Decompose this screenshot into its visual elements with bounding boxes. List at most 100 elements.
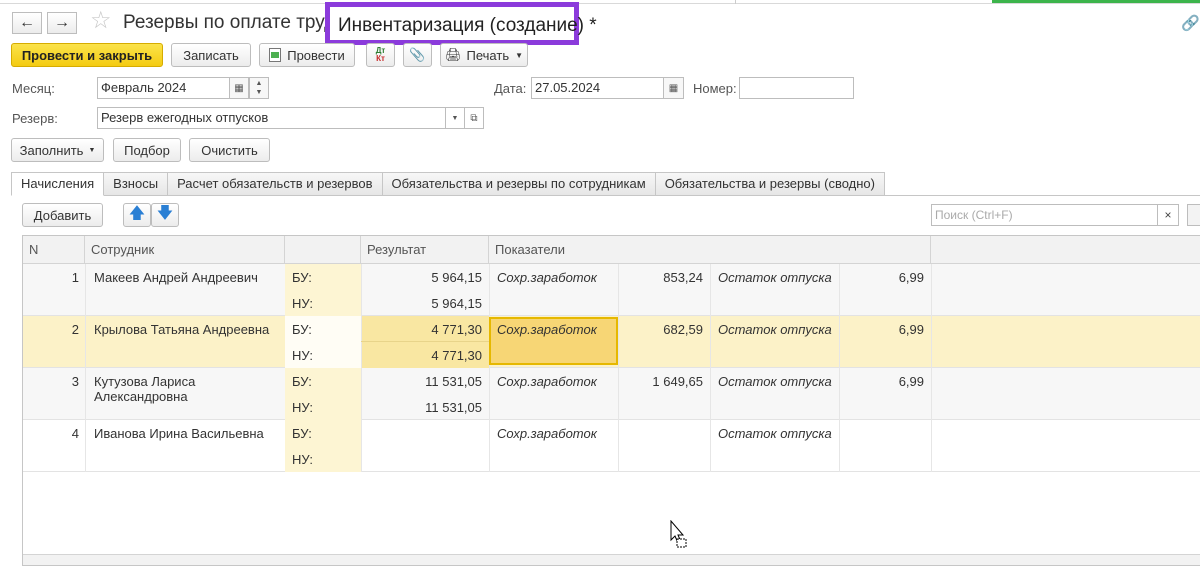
move-up-button[interactable]: 🡅 xyxy=(123,203,151,227)
result-nu[interactable]: 4 771,30 xyxy=(361,348,482,363)
open-form-icon: ⧉ xyxy=(470,112,478,124)
indicator-vacation-value[interactable]: 6,99 xyxy=(839,270,924,285)
link-icon[interactable]: 🔗 xyxy=(1181,14,1200,32)
tab-by-employees[interactable]: Обязательства и резервы по сотрудникам xyxy=(382,172,656,196)
reserve-field[interactable]: Резерв ежегодных отпусков xyxy=(97,107,446,129)
top-separator xyxy=(735,0,736,4)
save-button[interactable]: Записать xyxy=(171,43,251,67)
reserve-open-button[interactable]: ⧉ xyxy=(464,107,484,129)
nu-label: НУ: xyxy=(292,452,313,467)
back-button[interactable]: ← xyxy=(12,12,42,34)
tab-summary[interactable]: Обязательства и резервы (сводно) xyxy=(655,172,885,196)
indicator-vacation[interactable]: Остаток отпуска xyxy=(718,270,832,285)
result-bu[interactable]: 5 964,15 xyxy=(361,270,482,285)
indicator-vacation[interactable]: Остаток отпуска xyxy=(718,322,832,337)
favorite-star-icon[interactable]: ☆ xyxy=(90,9,112,33)
fill-button[interactable]: Заполнить ▼ xyxy=(11,138,104,162)
table-row[interactable]: 4 Иванова Ирина Васильевна БУ: НУ: Сохр.… xyxy=(23,420,1200,472)
add-button[interactable]: Добавить xyxy=(22,203,103,227)
employee-name[interactable]: Макеев Андрей Андреевич xyxy=(94,270,258,285)
row-number: 3 xyxy=(71,374,79,389)
arrow-left-icon: ← xyxy=(19,14,35,31)
page-title-highlight: Инвентаризация (создание) * xyxy=(325,2,597,45)
date-label: Дата: xyxy=(494,81,527,96)
bu-label: БУ: xyxy=(292,270,312,285)
result-bu[interactable]: 11 531,05 xyxy=(361,374,482,389)
row-number: 4 xyxy=(71,426,79,441)
chevron-down-icon: ▼ xyxy=(451,114,459,122)
bu-label: БУ: xyxy=(292,374,312,389)
indicator-vacation-value[interactable]: 6,99 xyxy=(839,322,924,337)
print-button[interactable]: 🖨 Печать ▼ xyxy=(440,43,528,67)
table-row-selected[interactable]: 2 Крылова Татьяна Андреевна БУ: НУ: 4 77… xyxy=(23,316,1200,368)
close-icon: × xyxy=(1164,208,1172,222)
post-and-close-button[interactable]: Провести и закрыть xyxy=(11,43,163,67)
indicator-salary[interactable]: Сохр.заработок xyxy=(497,426,597,441)
window-top-bar xyxy=(0,0,1200,4)
mouse-cursor-icon xyxy=(670,520,687,548)
number-field[interactable] xyxy=(739,77,854,99)
print-button-label: Печать xyxy=(466,47,510,63)
indicator-vacation[interactable]: Остаток отпуска xyxy=(718,426,832,441)
employee-name[interactable]: Кутузова Лариса xyxy=(94,374,195,389)
search-input[interactable]: Поиск (Ctrl+F) xyxy=(931,204,1179,226)
dt-kt-button[interactable]: Дт Кт xyxy=(366,43,395,67)
attach-button[interactable]: 📎 xyxy=(403,43,432,67)
indicator-salary-value[interactable]: 853,24 xyxy=(618,270,703,285)
bu-label: БУ: xyxy=(292,322,312,337)
month-label: Месяц: xyxy=(12,81,55,96)
header-result[interactable]: Результат xyxy=(361,236,489,264)
month-stepper[interactable]: ▲ ▼ xyxy=(249,77,269,99)
fill-button-label: Заполнить xyxy=(19,142,84,158)
more-button[interactable] xyxy=(1187,204,1200,226)
month-field[interactable]: Февраль 2024 xyxy=(97,77,230,99)
indicator-salary-value[interactable]: 1 649,65 xyxy=(618,374,703,389)
result-nu[interactable]: 11 531,05 xyxy=(361,400,482,415)
indicator-salary[interactable]: Сохр.заработок xyxy=(497,322,597,337)
move-down-button[interactable]: 🡇 xyxy=(151,203,179,227)
paperclip-icon: 📎 xyxy=(409,47,426,62)
bu-label: БУ: xyxy=(292,426,312,441)
page-title: Резервы по оплате труда xyxy=(123,12,346,33)
result-bu[interactable]: 4 771,30 xyxy=(361,322,482,337)
forward-button[interactable]: → xyxy=(47,12,77,34)
result-nu[interactable]: 5 964,15 xyxy=(361,296,482,311)
date-calendar-button[interactable]: ▦ xyxy=(663,77,684,99)
header-employee[interactable]: Сотрудник xyxy=(85,236,285,264)
chevron-down-icon: ▼ xyxy=(88,146,96,154)
row-number: 1 xyxy=(71,270,79,285)
tab-calculation[interactable]: Расчет обязательств и резервов xyxy=(168,172,383,196)
employee-name[interactable]: Иванова Ирина Васильевна xyxy=(94,426,264,441)
calendar-icon: ▦ xyxy=(234,82,244,94)
chevron-down-icon: ▼ xyxy=(515,50,524,60)
clear-button[interactable]: Очистить xyxy=(189,138,270,162)
employee-name-line2[interactable]: Александровна xyxy=(94,389,188,404)
post-button[interactable]: Провести xyxy=(259,43,355,67)
arrow-right-icon: → xyxy=(54,14,70,31)
reserve-dropdown-button[interactable]: ▼ xyxy=(445,107,465,129)
table-row[interactable]: 3 Кутузова Лариса Александровна БУ: НУ: … xyxy=(23,368,1200,420)
employee-name[interactable]: Крылова Татьяна Андреевна xyxy=(94,322,269,337)
indicator-vacation-value[interactable]: 6,99 xyxy=(839,374,924,389)
arrow-down-icon: 🡇 xyxy=(156,204,174,222)
tab-accruals[interactable]: Начисления xyxy=(11,172,105,196)
table-row[interactable]: 1 Макеев Андрей Андреевич БУ: НУ: 5 964,… xyxy=(23,264,1200,316)
accruals-table[interactable]: N Сотрудник Результат Показатели 1 Макее… xyxy=(22,235,1200,566)
nu-label: НУ: xyxy=(292,400,313,415)
calendar-icon: ▦ xyxy=(668,82,679,94)
indicator-salary-value[interactable]: 682,59 xyxy=(618,322,703,337)
calendar-button[interactable]: ▦ xyxy=(229,77,249,99)
date-field[interactable]: 27.05.2024 xyxy=(531,77,664,99)
reserve-label: Резерв: xyxy=(12,111,58,126)
indicator-salary[interactable]: Сохр.заработок xyxy=(497,374,597,389)
header-n[interactable]: N xyxy=(23,236,85,264)
header-indicators[interactable]: Показатели xyxy=(489,236,931,264)
indicator-vacation[interactable]: Остаток отпуска xyxy=(718,374,832,389)
header-type xyxy=(285,236,361,264)
search-clear-button[interactable]: × xyxy=(1157,204,1179,226)
indicator-salary[interactable]: Сохр.заработок xyxy=(497,270,597,285)
tab-contributions[interactable]: Взносы xyxy=(104,172,169,196)
active-window-indicator xyxy=(992,0,1200,3)
row-number: 2 xyxy=(71,322,79,337)
select-button[interactable]: Подбор xyxy=(113,138,181,162)
